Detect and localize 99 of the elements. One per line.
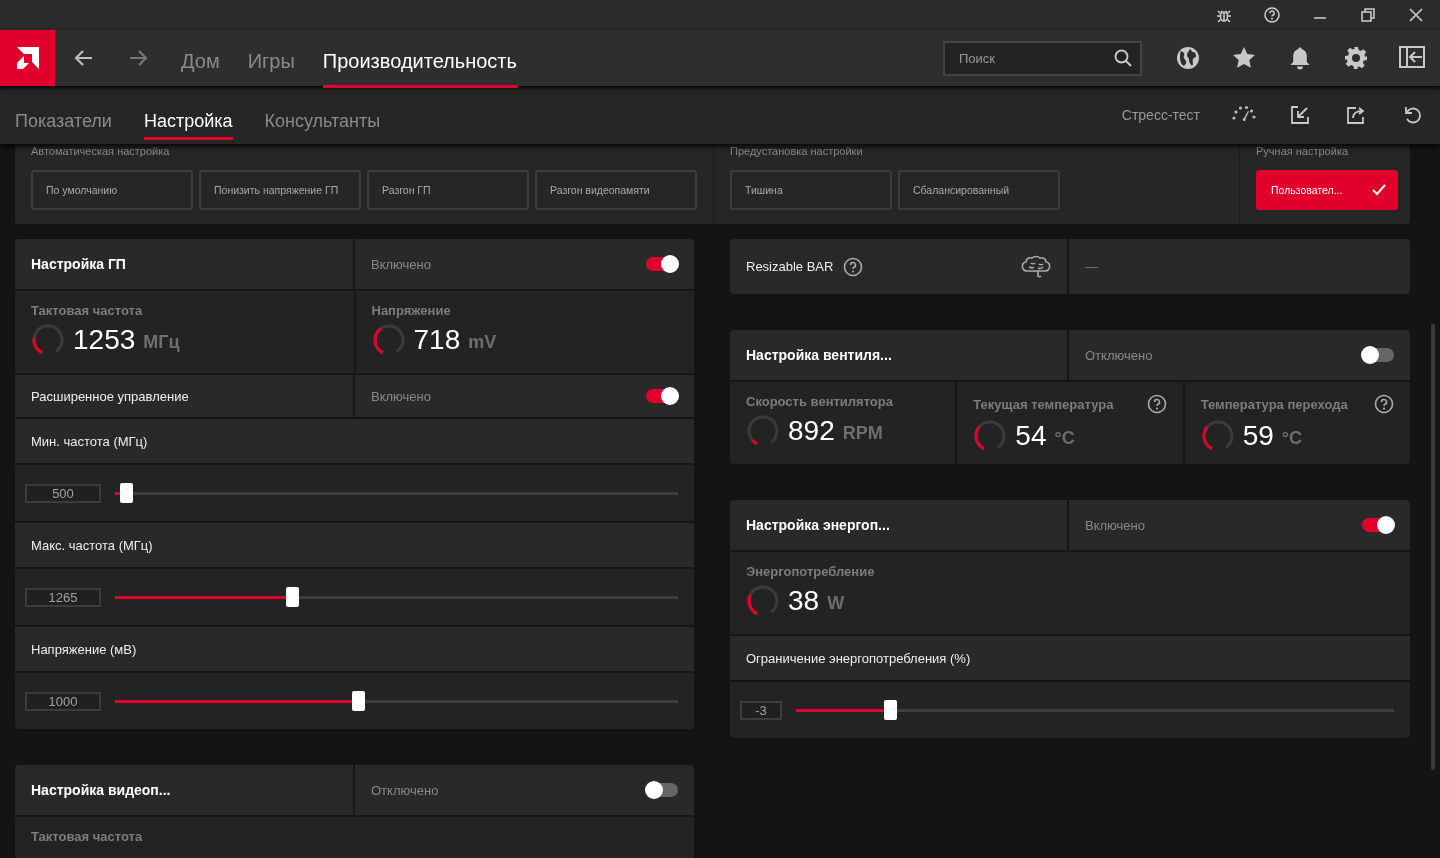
metric-value: 59	[1242, 420, 1274, 452]
preset-button[interactable]: По умолчанию	[31, 170, 193, 210]
export-icon[interactable]	[1346, 105, 1366, 125]
status-text: Отключено	[371, 782, 440, 798]
preset-button[interactable]: Пользовател...	[1256, 170, 1398, 210]
help-icon[interactable]	[1374, 394, 1394, 414]
metric-label: Энергопотребление	[746, 564, 875, 579]
back-arrow-icon[interactable]	[73, 49, 93, 67]
import-icon[interactable]	[1290, 105, 1310, 125]
forward-arrow-icon[interactable]	[129, 49, 149, 67]
star-icon[interactable]	[1232, 46, 1256, 70]
metric-label: Температура перехода	[1200, 396, 1348, 412]
gauge-icon[interactable]	[1231, 105, 1257, 121]
logo-block[interactable]	[0, 30, 55, 86]
preset-button[interactable]: Сбалансированный	[898, 170, 1060, 210]
sub-tab[interactable]: Настройка	[143, 102, 233, 140]
metric-unit: W	[827, 592, 845, 614]
gauge-icon	[1200, 419, 1235, 453]
metric-label: Тактовая частота	[31, 303, 143, 318]
sub-tab[interactable]: Показатели	[15, 102, 112, 140]
section-title: Автоматическая настройка	[31, 144, 171, 159]
value-field[interactable]: -3	[740, 700, 782, 720]
stress-test-label[interactable]: Стресс-тест	[1121, 107, 1200, 123]
status-text: Включено	[1085, 517, 1146, 533]
metric-unit: °C	[1054, 427, 1075, 449]
setting-label: Ограничение энергопотребления (%)	[746, 650, 971, 666]
help-icon[interactable]	[1146, 394, 1167, 414]
preset-button[interactable]: Тишина	[730, 170, 892, 210]
metric-value: 54	[1015, 420, 1047, 452]
logo-icon[interactable]	[14, 45, 41, 71]
metric-label: Тактовая частота	[31, 829, 143, 844]
slider[interactable]	[115, 587, 678, 607]
search-icon[interactable]	[1114, 48, 1132, 67]
bug-icon[interactable]	[1216, 7, 1232, 23]
card-title: Настройка энергоп...	[746, 517, 890, 533]
reset-icon[interactable]	[1402, 105, 1422, 125]
status-text: —	[1085, 259, 1098, 274]
metric-value: 1253	[73, 324, 136, 356]
metric-unit: RPM	[842, 422, 883, 444]
value-field[interactable]: 500	[25, 483, 101, 503]
gauge-icon	[371, 323, 406, 357]
slider[interactable]	[796, 700, 1394, 720]
metric-unit: МГц	[143, 331, 180, 353]
search-field[interactable]: Поиск	[943, 40, 1142, 76]
card-title: Настройка ГП	[31, 256, 126, 272]
gauge-icon	[31, 323, 65, 357]
close-icon[interactable]	[1409, 8, 1423, 22]
preset-button[interactable]: Разгон видеопамяти	[535, 170, 697, 210]
feature-label: Resizable BAR	[746, 259, 834, 274]
toggle-switch[interactable]	[646, 257, 678, 271]
metric-label: Текущая температура	[973, 396, 1114, 412]
check-icon	[1372, 184, 1386, 196]
status-text: Отключено	[1085, 347, 1154, 363]
status-text: Включено	[371, 256, 432, 272]
toggle-switch[interactable]	[646, 389, 678, 403]
setting-label: Расширенное управление	[31, 388, 189, 404]
sub-tab[interactable]: Консультанты	[264, 102, 381, 140]
settings-icon[interactable]	[1344, 46, 1368, 70]
value-field[interactable]: 1000	[25, 691, 101, 711]
help-icon[interactable]	[1264, 7, 1280, 23]
slider[interactable]	[115, 483, 678, 503]
metric-label: Скорость вентилятора	[746, 394, 893, 409]
bell-icon[interactable]	[1288, 46, 1312, 70]
toggle-switch[interactable]	[646, 783, 678, 797]
toggle-switch[interactable]	[1362, 518, 1394, 532]
slider-thumb[interactable]	[285, 587, 299, 607]
slider[interactable]	[115, 691, 678, 711]
metric-value: 718	[413, 324, 461, 356]
nav-tab[interactable]: Дом	[181, 36, 220, 88]
nav-tab[interactable]: Игры	[247, 36, 295, 88]
setting-label: Напряжение (мВ)	[31, 641, 137, 657]
toggle-switch[interactable]	[1362, 348, 1394, 362]
setting-label: Мин. частота (МГц)	[31, 433, 148, 449]
slider-thumb[interactable]	[883, 700, 897, 720]
globe-icon[interactable]	[1176, 46, 1200, 70]
value-field[interactable]: 1265	[25, 587, 101, 607]
preset-button[interactable]: Разгон ГП	[367, 170, 529, 210]
metric-label: Напряжение	[371, 303, 451, 318]
preset-button[interactable]: Понизить напряжение ГП	[199, 170, 361, 210]
gauge-icon	[973, 419, 1008, 453]
card-title: Настройка вентиля...	[746, 347, 892, 363]
setting-label: Макс. частота (МГц)	[31, 537, 153, 553]
brain-icon	[1021, 254, 1051, 279]
gauge-icon	[746, 414, 780, 448]
panel-exit-icon[interactable]	[1399, 46, 1425, 68]
metric-value: 892	[788, 415, 835, 447]
status-text: Включено	[371, 388, 432, 404]
metric-unit: mV	[468, 331, 497, 353]
scrollbar[interactable]	[1431, 324, 1435, 770]
section-title: Ручная настройка	[1256, 144, 1350, 159]
restore-icon[interactable]	[1361, 8, 1375, 22]
metric-value: 38	[788, 585, 820, 617]
slider-thumb[interactable]	[120, 483, 134, 503]
metric-unit: °C	[1281, 427, 1302, 449]
slider-thumb[interactable]	[351, 691, 365, 711]
card-title: Настройка видеоп...	[31, 782, 171, 798]
help-icon[interactable]	[843, 256, 864, 277]
section-title: Предустановка настройки	[730, 144, 864, 159]
gauge-icon	[746, 584, 780, 618]
